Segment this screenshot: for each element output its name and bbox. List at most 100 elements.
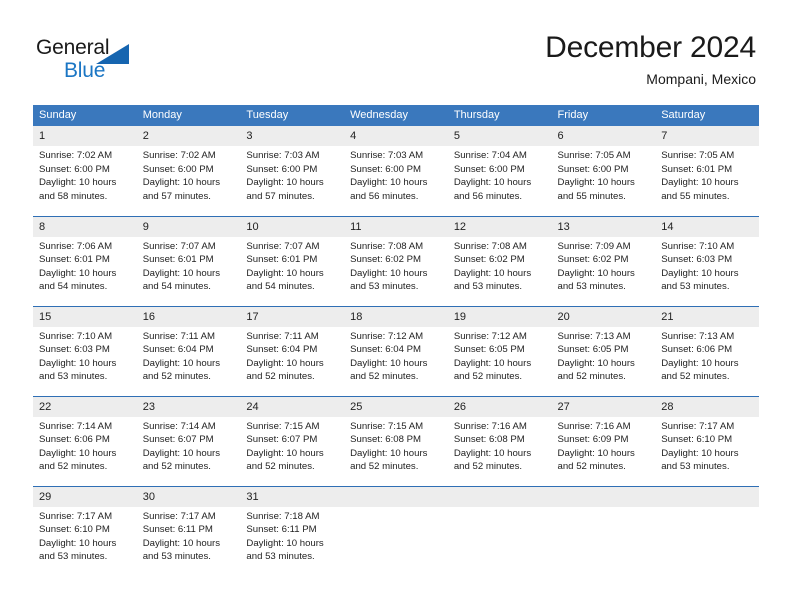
calendar-day-cell[interactable]: 6 Sunrise: 7:05 AM Sunset: 6:00 PM Daylight… xyxy=(551,126,656,216)
day-cell-content: 11 Sunrise: 7:08 AM Sunset: 6:02 PM Dayligh… xyxy=(344,216,448,306)
sunset-time: Sunset: 6:10 PM xyxy=(39,524,110,536)
sunset-time: Sunset: 6:06 PM xyxy=(39,434,110,446)
day-sun-info xyxy=(655,507,759,510)
sunset-time: Sunset: 6:07 PM xyxy=(246,434,318,446)
day-number: 29 xyxy=(33,486,137,507)
day-number: 9 xyxy=(136,216,241,237)
daylight-duration-line2: and 55 minutes. xyxy=(557,190,626,202)
calendar-day-cell[interactable]: 5 Sunrise: 7:04 AM Sunset: 6:00 PM Daylight… xyxy=(447,126,552,216)
day-number: 28 xyxy=(655,396,759,417)
calendar-day-cell[interactable]: 26 Sunrise: 7:16 AM Sunset: 6:08 PM Dayligh… xyxy=(447,395,552,486)
calendar-day-cell[interactable]: 24 Sunrise: 7:15 AM Sunset: 6:07 PM Dayligh… xyxy=(240,395,345,486)
daylight-duration-line1: Daylight: 10 hours xyxy=(661,267,739,279)
calendar-day-cell[interactable]: 30 Sunrise: 7:17 AM Sunset: 6:11 PM Dayligh… xyxy=(136,485,241,576)
day-sun-info xyxy=(448,507,552,510)
day-sun-info: Sunrise: 7:16 AM Sunset: 6:08 PM Daylight:… xyxy=(448,417,552,474)
daylight-duration-line2: and 53 minutes. xyxy=(661,281,730,293)
sunrise-time: Sunrise: 7:10 AM xyxy=(39,330,113,342)
sunrise-time: Sunrise: 7:12 AM xyxy=(350,330,424,342)
calendar-day-cell[interactable]: 12 Sunrise: 7:08 AM Sunset: 6:02 PM Dayligh… xyxy=(447,215,552,306)
calendar-day-cell[interactable]: 17 Sunrise: 7:11 AM Sunset: 6:04 PM Dayligh… xyxy=(240,305,345,396)
sunrise-time: Sunrise: 7:07 AM xyxy=(142,240,216,252)
title-block: December 2024 Mompani, Mexico xyxy=(545,30,756,89)
day-sun-info: Sunrise: 7:07 AM Sunset: 6:01 PM Daylight:… xyxy=(137,237,241,294)
sunset-time: Sunset: 6:02 PM xyxy=(350,254,422,266)
daylight-duration-line2: and 52 minutes. xyxy=(39,461,108,473)
calendar-day-cell[interactable]: 9 Sunrise: 7:07 AM Sunset: 6:01 PM Daylight… xyxy=(136,215,241,306)
daylight-duration-line2: and 52 minutes. xyxy=(557,461,626,473)
calendar-day-cell[interactable]: 18 Sunrise: 7:12 AM Sunset: 6:04 PM Dayligh… xyxy=(344,305,448,396)
sunset-time: Sunset: 6:11 PM xyxy=(142,524,213,536)
daylight-duration-line1: Daylight: 10 hours xyxy=(246,177,324,189)
calendar-day-cell[interactable]: 27 Sunrise: 7:16 AM Sunset: 6:09 PM Dayligh… xyxy=(551,395,656,486)
day-sun-info: Sunrise: 7:08 AM Sunset: 6:02 PM Daylight:… xyxy=(448,237,552,294)
daylight-duration-line2: and 53 minutes. xyxy=(142,551,211,563)
day-sun-info: Sunrise: 7:03 AM Sunset: 6:00 PM Daylight:… xyxy=(240,146,344,203)
sunrise-time: Sunrise: 7:02 AM xyxy=(142,150,216,161)
day-sun-info: Sunrise: 7:16 AM Sunset: 6:09 PM Daylight:… xyxy=(552,417,656,474)
calendar-body: 1 Sunrise: 7:02 AM Sunset: 6:00 PM Daylight… xyxy=(33,126,759,576)
calendar-day-cell[interactable]: 14 Sunrise: 7:10 AM Sunset: 6:03 PM Dayligh… xyxy=(655,215,759,306)
calendar-day-cell[interactable]: 29 Sunrise: 7:17 AM Sunset: 6:10 PM Dayligh… xyxy=(33,485,137,577)
calendar-day-cell[interactable]: 19 Sunrise: 7:12 AM Sunset: 6:05 PM Dayligh… xyxy=(447,305,552,396)
day-cell-content: 24 Sunrise: 7:15 AM Sunset: 6:07 PM Dayligh… xyxy=(240,396,345,486)
daylight-duration-line1: Daylight: 10 hours xyxy=(661,447,739,459)
sunrise-time: Sunrise: 7:16 AM xyxy=(453,420,527,432)
day-sun-info: Sunrise: 7:10 AM Sunset: 6:03 PM Daylight:… xyxy=(33,327,137,384)
calendar-day-cell[interactable]: 1 Sunrise: 7:02 AM Sunset: 6:00 PM Daylight… xyxy=(33,126,137,216)
day-cell-content: 29 Sunrise: 7:17 AM Sunset: 6:10 PM Dayligh… xyxy=(33,486,137,577)
daylight-duration-line2: and 52 minutes. xyxy=(453,461,523,473)
sunset-time: Sunset: 6:04 PM xyxy=(246,344,318,356)
sunset-time: Sunset: 6:00 PM xyxy=(142,163,214,175)
daylight-duration-line2: and 56 minutes. xyxy=(350,190,419,202)
calendar-day-cell[interactable]: 11 Sunrise: 7:08 AM Sunset: 6:02 PM Dayligh… xyxy=(344,215,448,306)
calendar-day-cell[interactable]: 2 Sunrise: 7:02 AM Sunset: 6:00 PM Daylight… xyxy=(136,126,241,216)
calendar-day-cell[interactable]: 23 Sunrise: 7:14 AM Sunset: 6:07 PM Dayligh… xyxy=(136,395,241,486)
day-number: 18 xyxy=(344,306,448,327)
daylight-duration-line2: and 55 minutes. xyxy=(661,190,730,202)
day-sun-info: Sunrise: 7:10 AM Sunset: 6:03 PM Daylight:… xyxy=(655,237,759,294)
sunrise-time: Sunrise: 7:17 AM xyxy=(142,510,216,522)
calendar-day-cell[interactable]: 20 Sunrise: 7:13 AM Sunset: 6:05 PM Dayligh… xyxy=(551,305,656,396)
day-sun-info: Sunrise: 7:12 AM Sunset: 6:04 PM Daylight:… xyxy=(344,327,448,384)
daylight-duration-line1: Daylight: 10 hours xyxy=(557,357,635,369)
daylight-duration-line2: and 53 minutes. xyxy=(246,551,315,563)
weekday-header-friday: Friday xyxy=(551,105,656,126)
day-sun-info: Sunrise: 7:11 AM Sunset: 6:04 PM Daylight:… xyxy=(137,327,241,384)
logo-text-blue: Blue xyxy=(64,59,106,82)
calendar-day-cell[interactable]: 15 Sunrise: 7:10 AM Sunset: 6:03 PM Dayligh… xyxy=(33,305,137,396)
day-number xyxy=(655,486,759,507)
calendar-day-cell[interactable]: 8 Sunrise: 7:06 AM Sunset: 6:01 PM Daylight… xyxy=(33,215,137,306)
daylight-duration-line2: and 52 minutes. xyxy=(142,461,211,473)
calendar-day-cell[interactable]: 21 Sunrise: 7:13 AM Sunset: 6:06 PM Dayligh… xyxy=(655,305,759,396)
sunset-time: Sunset: 6:00 PM xyxy=(39,163,110,175)
calendar-day-cell[interactable]: 22 Sunrise: 7:14 AM Sunset: 6:06 PM Dayligh… xyxy=(33,395,137,486)
calendar-day-cell[interactable]: 3 Sunrise: 7:03 AM Sunset: 6:00 PM Daylight… xyxy=(240,126,345,216)
day-sun-info: Sunrise: 7:05 AM Sunset: 6:01 PM Daylight:… xyxy=(655,146,759,203)
day-number: 5 xyxy=(447,126,552,146)
daylight-duration-line1: Daylight: 10 hours xyxy=(661,177,739,189)
calendar-day-cell[interactable]: 25 Sunrise: 7:15 AM Sunset: 6:08 PM Dayligh… xyxy=(344,395,448,486)
calendar-day-cell[interactable]: 31 Sunrise: 7:18 AM Sunset: 6:11 PM Dayligh… xyxy=(240,485,345,576)
daylight-duration-line1: Daylight: 10 hours xyxy=(557,447,635,459)
calendar-day-cell[interactable]: 4 Sunrise: 7:03 AM Sunset: 6:00 PM Daylight… xyxy=(344,126,448,216)
calendar-day-cell[interactable]: 7 Sunrise: 7:05 AM Sunset: 6:01 PM Daylight… xyxy=(655,126,759,216)
day-number: 8 xyxy=(33,216,137,237)
calendar-day-cell[interactable]: 10 Sunrise: 7:07 AM Sunset: 6:01 PM Dayligh… xyxy=(240,215,345,306)
daylight-duration-line2: and 52 minutes. xyxy=(453,371,523,383)
sunset-time: Sunset: 6:04 PM xyxy=(350,344,422,356)
day-cell-content: 21 Sunrise: 7:13 AM Sunset: 6:06 PM Dayligh… xyxy=(655,306,759,396)
sunset-time: Sunset: 6:08 PM xyxy=(350,434,422,446)
calendar-day-cell[interactable]: 28 Sunrise: 7:17 AM Sunset: 6:10 PM Dayligh… xyxy=(655,395,759,486)
sunset-time: Sunset: 6:01 PM xyxy=(142,254,214,266)
sunrise-time: Sunrise: 7:06 AM xyxy=(39,240,113,252)
calendar-day-cell[interactable]: 16 Sunrise: 7:11 AM Sunset: 6:04 PM Dayligh… xyxy=(136,305,241,396)
sunrise-time: Sunrise: 7:11 AM xyxy=(142,330,216,342)
daylight-duration-line2: and 53 minutes. xyxy=(350,281,419,293)
sunrise-time: Sunrise: 7:11 AM xyxy=(246,330,319,342)
sunrise-time: Sunrise: 7:08 AM xyxy=(350,240,424,252)
sunrise-time: Sunrise: 7:13 AM xyxy=(557,330,631,342)
day-cell-content xyxy=(655,486,759,577)
general-blue-logo[interactable]: General Blue xyxy=(36,36,156,88)
calendar-day-cell[interactable]: 13 Sunrise: 7:09 AM Sunset: 6:02 PM Dayligh… xyxy=(551,215,656,306)
